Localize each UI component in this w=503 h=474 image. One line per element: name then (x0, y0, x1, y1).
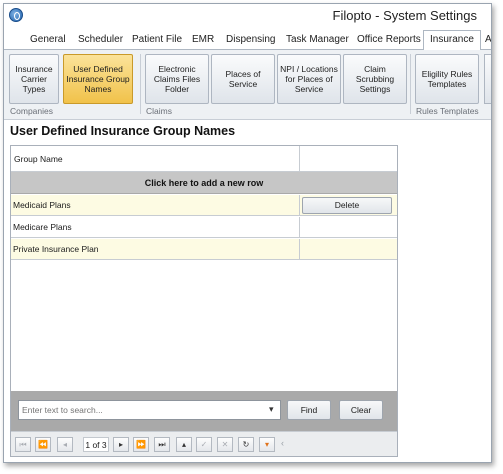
table-row[interactable]: Private Insurance Plan (11, 239, 397, 260)
group-name-cell[interactable]: Private Insurance Plan (13, 244, 99, 254)
window-title: Filopto - System Settings (332, 8, 478, 23)
tab-general[interactable]: General (24, 32, 72, 50)
move-up-icon[interactable]: ▴ (176, 437, 192, 452)
group-label-rules-templates: Rules Templates (416, 106, 479, 116)
record-navigator: ⏮ ⏪ ◂ 1 of 3 ▸ ⏩ ⏭ ▴ ✓ ✕ ↻ ▾ ‹ (11, 431, 397, 456)
chevron-down-icon[interactable]: ▾ (269, 404, 274, 415)
table-row[interactable]: Medicare Plans (11, 217, 397, 238)
column-separator (299, 239, 300, 260)
column-separator (299, 146, 300, 172)
group-name-cell[interactable]: Medicaid Plans (13, 200, 71, 210)
tab-insurance[interactable]: Insurance (423, 30, 481, 50)
refresh-icon[interactable]: ↻ (238, 437, 254, 452)
grid-empty-area (11, 263, 397, 389)
ribbon-group-separator (410, 54, 411, 114)
eligibility-rules-templates-button[interactable]: Eligility Rules Templates (415, 54, 479, 104)
title-bar: Filopto - System Settings (4, 4, 491, 28)
page-title: User Defined Insurance Group Names (10, 124, 236, 138)
ribbon-group-separator (140, 54, 141, 114)
system-settings-window: Filopto - System Settings General Schedu… (3, 3, 492, 463)
column-separator (299, 217, 300, 238)
column-separator (299, 195, 300, 216)
npi-locations-button[interactable]: NPI / Locations for Places of Service (277, 54, 341, 104)
next-page-icon[interactable]: ⏩ (133, 437, 149, 452)
insurance-carrier-types-button[interactable]: Insurance Carrier Types (9, 54, 59, 104)
tab-emr[interactable]: EMR (186, 32, 220, 50)
cancel-x-icon[interactable]: ✕ (217, 437, 233, 452)
clear-button[interactable]: Clear (339, 400, 383, 420)
next-record-icon[interactable]: ▸ (113, 437, 129, 452)
chevron-left-icon[interactable]: ‹ (281, 438, 284, 448)
claim-scrubbing-settings-button[interactable]: Claim Scrubbing Settings (343, 54, 407, 104)
add-new-row[interactable]: Click here to add a new row (11, 172, 397, 194)
group-label-companies: Companies (10, 106, 53, 116)
tab-dispensing[interactable]: Dispensing (220, 32, 281, 50)
group-name-cell[interactable]: Medicare Plans (13, 222, 72, 232)
previous-page-icon[interactable]: ⏪ (35, 437, 51, 452)
tab-office-reports[interactable]: Office Reports (351, 32, 427, 50)
find-button[interactable]: Find (287, 400, 331, 420)
previous-record-icon[interactable]: ◂ (57, 437, 73, 452)
table-row[interactable]: Medicaid Plans Delete (11, 195, 397, 216)
tab-task-manager[interactable]: Task Manager (280, 32, 355, 50)
electronic-claims-files-folder-button[interactable]: Electronic Claims Files Folder (145, 54, 209, 104)
search-panel: ▾ Find Clear (11, 391, 397, 431)
filter-icon[interactable]: ▾ (259, 437, 275, 452)
tab-strip: General Scheduler Patient File EMR Dispe… (10, 30, 491, 50)
group-label-claims: Claims (146, 106, 172, 116)
column-header-group-name[interactable]: Group Name (14, 154, 63, 164)
places-of-service-button[interactable]: Places of Service (211, 54, 275, 104)
first-page-icon[interactable]: ⏮ (15, 437, 31, 452)
filopto-logo-icon (9, 8, 23, 22)
group-names-grid: Group Name Click here to add a new row M… (10, 145, 398, 457)
tab-scheduler[interactable]: Scheduler (72, 32, 129, 50)
tab-patient-file[interactable]: Patient File (126, 32, 188, 50)
ribbon-scroll-button[interactable] (484, 54, 491, 104)
user-defined-insurance-group-names-button[interactable]: User Defined Insurance Group Names (63, 54, 133, 104)
last-page-icon[interactable]: ⏭ (154, 437, 170, 452)
page-indicator: 1 of 3 (83, 437, 109, 452)
search-input[interactable] (18, 400, 281, 420)
save-check-icon[interactable]: ✓ (196, 437, 212, 452)
delete-button[interactable]: Delete (302, 197, 392, 214)
grid-header: Group Name (11, 146, 397, 172)
tab-more[interactable]: A (479, 32, 491, 50)
ribbon: Insurance Carrier Types User Defined Ins… (4, 50, 491, 120)
